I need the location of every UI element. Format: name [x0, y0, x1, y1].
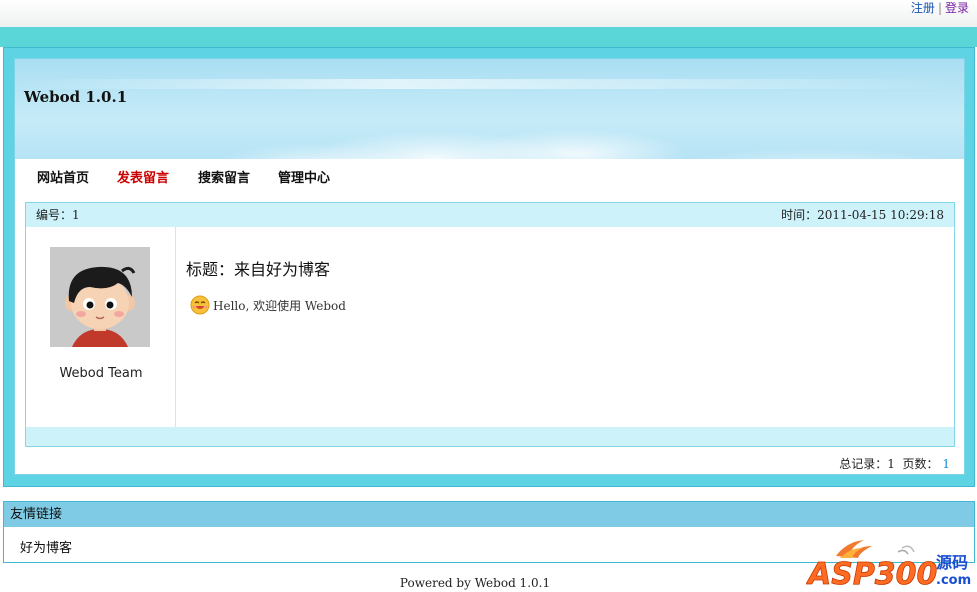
- avatar: [50, 247, 150, 347]
- banner-light-ray: [15, 79, 964, 89]
- register-link[interactable]: 注册: [911, 1, 935, 15]
- pagination-info: 总记录：1 页数： 1: [839, 455, 950, 472]
- message-time: 时间：2011-04-15 10:29:18: [781, 208, 944, 222]
- flame-logo-icon: ASP300 源码 .com: [806, 540, 971, 592]
- page-link-1[interactable]: 1: [942, 457, 950, 471]
- message-title: 标题：来自好为博客: [186, 260, 331, 279]
- smiley-emoticon-icon: [190, 295, 210, 315]
- message-text-row: Hello, 欢迎使用 Webod: [190, 295, 346, 315]
- message-text: Hello, 欢迎使用 Webod: [213, 298, 346, 313]
- nav-item-admin-center[interactable]: 管理中心: [278, 167, 330, 186]
- message-card: 编号：1 时间：2011-04-15 10:29:18 Webod Team 标…: [25, 202, 955, 447]
- decorative-strip: [0, 27, 977, 47]
- main-frame: Webod 1.0.1 网站首页 发表留言 搜索留言 管理中心 编号：1 时间：…: [3, 47, 975, 487]
- watermark-suffix: 源码: [936, 553, 968, 572]
- message-id: 编号：1: [36, 208, 80, 222]
- nav-item-search-message[interactable]: 搜索留言: [198, 167, 250, 186]
- message-header: 编号：1 时间：2011-04-15 10:29:18: [26, 203, 954, 227]
- username: Webod Team: [59, 366, 143, 381]
- total-records-label: 总记录：: [839, 457, 888, 471]
- total-records-count: 1: [887, 457, 895, 471]
- friend-links-header: 友情链接: [4, 502, 974, 527]
- nav-item-home[interactable]: 网站首页: [37, 167, 89, 186]
- message-footer-bar: [26, 427, 954, 446]
- nav-item-post-message[interactable]: 发表留言: [117, 167, 169, 186]
- header-banner: Webod 1.0.1: [15, 59, 964, 159]
- message-content: 标题：来自好为博客 Hello, 欢迎使用 Webod: [186, 227, 946, 427]
- main-nav: 网站首页 发表留言 搜索留言 管理中心: [15, 163, 964, 189]
- site-logo[interactable]: Webod 1.0.1: [24, 88, 127, 106]
- user-panel: Webod Team: [26, 227, 176, 427]
- watermark-text: ASP300: [806, 557, 937, 588]
- topbar-separator: |: [937, 1, 942, 15]
- cartoon-boy-avatar-icon: [50, 247, 150, 347]
- page-count-label: 页数：: [902, 457, 939, 471]
- watermark-domain: .com: [936, 573, 971, 588]
- message-body-row: Webod Team 标题：来自好为博客 Hello, 欢迎使用 Webod: [26, 227, 954, 427]
- asp300-watermark-logo: ASP300 源码 .com: [806, 538, 974, 592]
- login-link[interactable]: 登录: [945, 1, 969, 15]
- top-bar: 注册 | 登录: [0, 0, 977, 27]
- main-panel: Webod 1.0.1 网站首页 发表留言 搜索留言 管理中心 编号：1 时间：…: [14, 58, 965, 475]
- friend-link-item[interactable]: 好为博客: [20, 537, 72, 556]
